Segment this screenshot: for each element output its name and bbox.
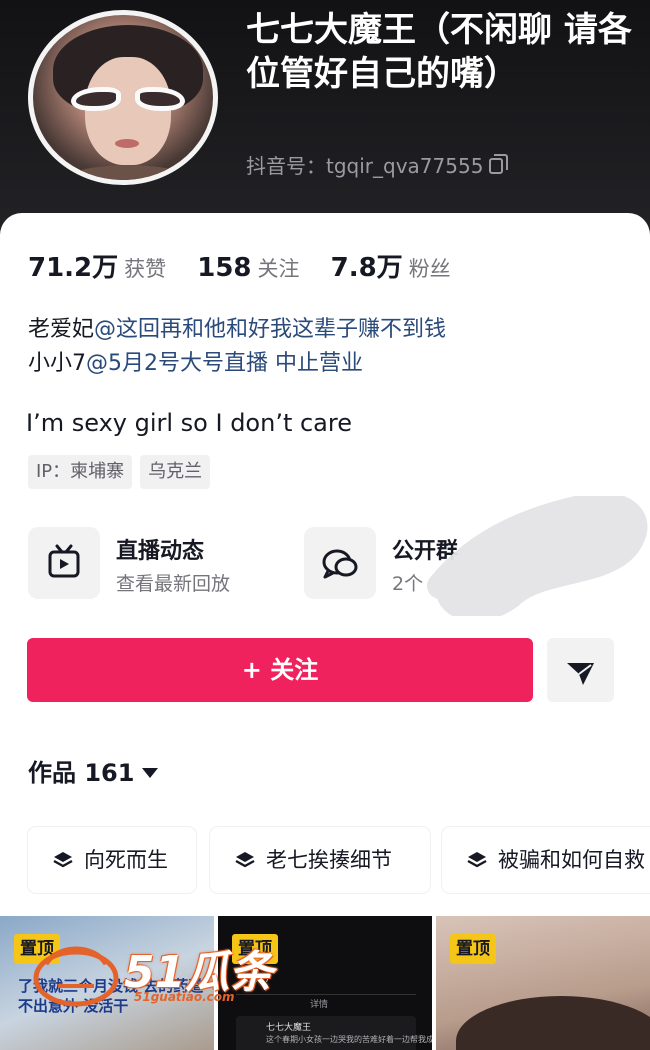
bio-line-2: 小小7@5月2号大号直播 中止营业 [28, 347, 446, 381]
tag-list: IP：柬埔寨 乌克兰 [28, 455, 218, 489]
works-tab[interactable]: 作品 161 [28, 753, 159, 788]
layers-icon [467, 852, 487, 868]
site-watermark: 51瓜条 51guatiao.com [28, 930, 273, 1020]
video-thumbnail-subject [456, 996, 650, 1050]
bio-mention-link[interactable]: @这回再和他和好我这辈子赚不到钱 [94, 317, 446, 342]
chat-icon [304, 527, 376, 599]
region-tag: 乌克兰 [140, 455, 211, 489]
collection-chip[interactable]: 被骗和如何自救 [442, 827, 650, 893]
stat-following[interactable]: 158 关注 [197, 253, 299, 283]
collection-label: 向死而生 [84, 848, 168, 872]
collection-chip[interactable]: 老七挨揍细节 [210, 827, 430, 893]
bio-line-1: 老爱妃@这回再和他和好我这辈子赚不到钱 [28, 313, 446, 347]
avatar-shoulder [43, 165, 213, 180]
douyin-id[interactable]: 抖音号：tgqir_qva77555 [246, 150, 509, 179]
tv-icon [28, 527, 100, 599]
works-tab-label: 作品 161 [28, 759, 135, 787]
avatar-lips [115, 139, 139, 148]
copy-icon[interactable] [489, 154, 509, 174]
collection-chip[interactable]: 向死而生 [28, 827, 196, 893]
stat-followers[interactable]: 7.8万 粉丝 [331, 247, 451, 284]
stat-number: 71.2万 [28, 253, 119, 283]
avatar-sunglasses [71, 87, 185, 113]
stat-number: 7.8万 [330, 253, 403, 283]
collection-label: 被骗和如何自救 [498, 848, 645, 872]
profile-card: 71.2万 获赞 158 关注 7.8万 粉丝 老爱妃@这回再和他和好我这辈子赚不到钱… [0, 213, 650, 1050]
chevron-down-icon [142, 768, 159, 778]
stat-label: 获赞 [124, 257, 167, 281]
profile-nickname: 七七大魔王（不闲聊 请各位管好自己的嘴） [246, 10, 632, 94]
collection-list: 向死而生 老七挨揍细节 被骗和如何自救 [0, 825, 650, 895]
live-replay-subtitle: 查看最新回放 [116, 573, 231, 595]
video-description: 这个春期小女孩一边哭我的苦难好着一边帮我成 [266, 1035, 432, 1044]
layers-icon [53, 852, 73, 868]
collection-label: 老七挨揍细节 [266, 848, 392, 872]
live-replay-title: 直播动态 [116, 539, 205, 564]
public-group-subtitle: 2个 [392, 573, 424, 595]
bio-text: 老爱妃 [28, 317, 95, 342]
bio-text: 小小7 [28, 351, 86, 376]
avatar[interactable] [28, 10, 218, 185]
profile-header: 七七大魔王（不闲聊 请各位管好自己的嘴） 抖音号：tgqir_qva77555 [0, 0, 650, 240]
bio-mention-link[interactable]: @5月2号大号直播 中止营业 [86, 351, 363, 376]
stat-number: 158 [197, 253, 252, 283]
ip-location-tag: IP：柬埔寨 [28, 455, 133, 489]
watermark-url: 51guatiao.com [134, 990, 235, 1004]
stat-likes[interactable]: 71.2万 获赞 [28, 247, 166, 284]
redaction-scribble [427, 496, 648, 616]
watermark-logo-icon [33, 946, 119, 1007]
share-button[interactable] [547, 638, 614, 702]
video-author: 七七大魔王 [266, 1023, 312, 1033]
layers-icon [235, 852, 255, 868]
video-thumbnail[interactable]: 置顶 [436, 916, 650, 1050]
video-detail-header: 详情 [310, 1000, 329, 1010]
follow-button[interactable]: + 关注 [27, 638, 533, 702]
video-comment-card: 七七大魔王 这个春期小女孩一边哭我的苦难好着一边帮我成 [236, 1016, 432, 1050]
douyin-id-text: 抖音号：tgqir_qva77555 [246, 154, 484, 178]
bio: 老爱妃@这回再和他和好我这辈子赚不到钱 小小7@5月2号大号直播 中止营业 [28, 313, 446, 381]
bio-tagline: I’m sexy girl so I don’t care [26, 409, 352, 437]
stat-label: 关注 [257, 257, 300, 281]
stats-row: 71.2万 获赞 158 关注 7.8万 粉丝 [28, 247, 477, 284]
send-icon [567, 663, 594, 685]
stat-label: 粉丝 [408, 257, 451, 281]
pinned-badge: 置顶 [450, 934, 496, 964]
